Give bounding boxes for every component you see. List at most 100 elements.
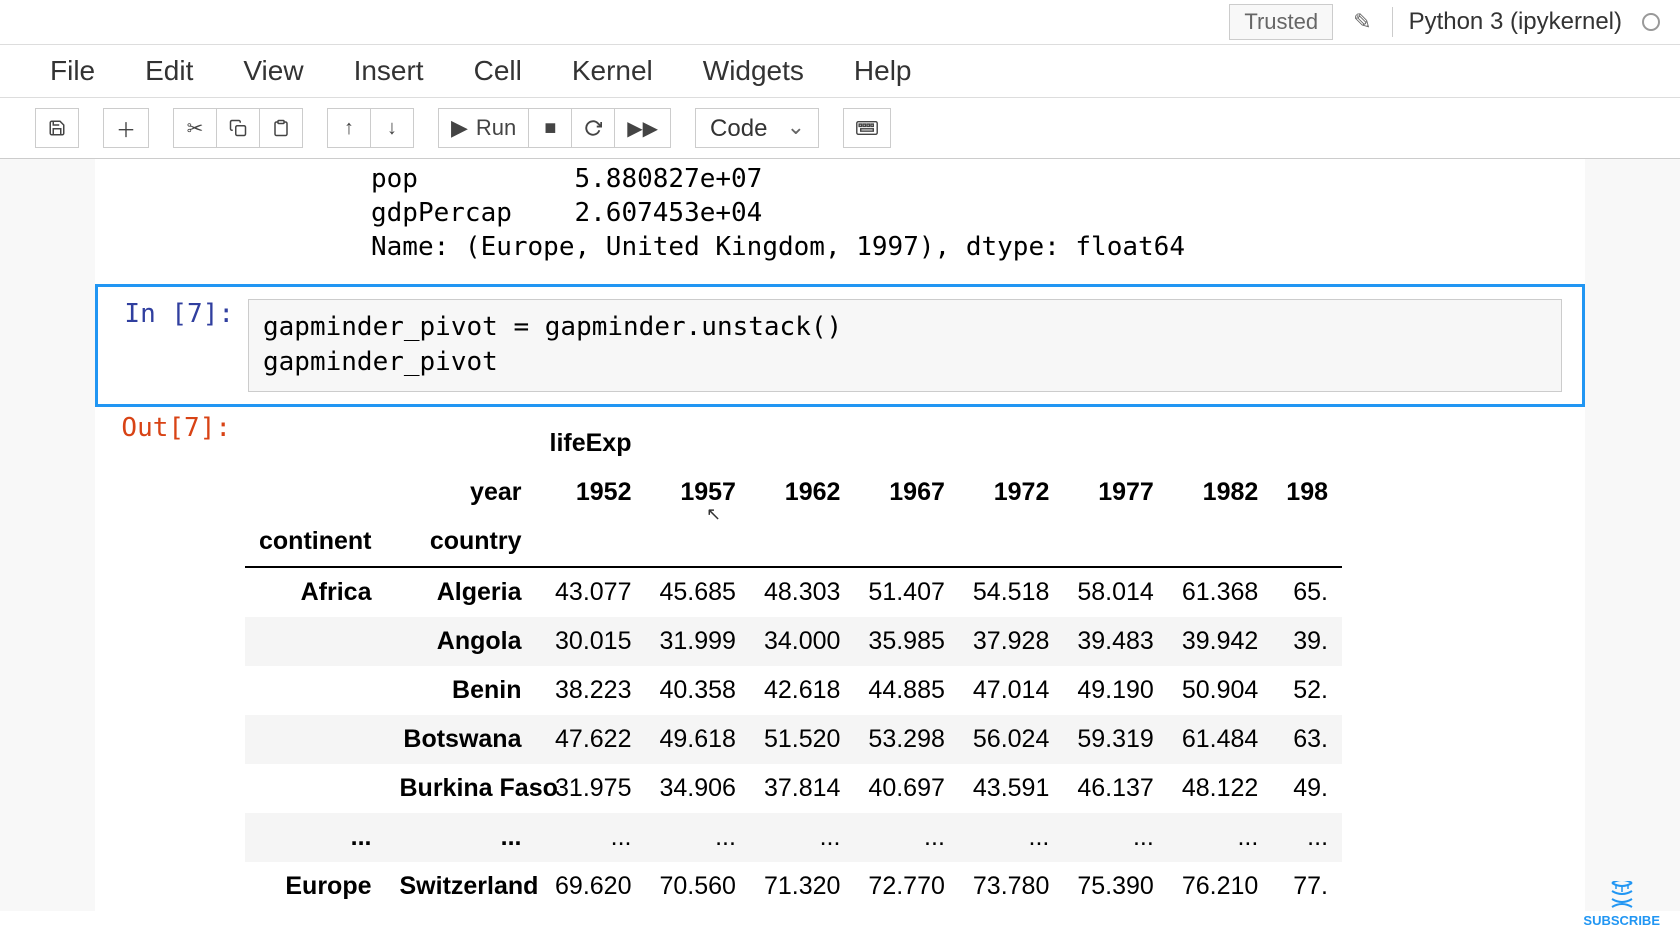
cell-value: 72.770: [854, 862, 958, 911]
cell-value: ...: [750, 813, 854, 862]
move-down-icon[interactable]: ↓: [370, 108, 414, 148]
cell-value: 46.137: [1063, 764, 1167, 813]
out-prompt: Out[7]:: [115, 413, 245, 911]
cell-value: 48.303: [750, 567, 854, 617]
in-prompt: In [7]:: [118, 299, 248, 391]
pencil-icon[interactable]: ✎: [1343, 5, 1381, 39]
cell-value: 38.223: [536, 666, 646, 715]
cut-icon[interactable]: ✂: [173, 108, 217, 148]
cell-value: 40.358: [645, 666, 749, 715]
dataframe-table: lifeExp year 1952 1957 1962 1967 1972 19…: [245, 419, 1342, 911]
row-continent: ...: [245, 813, 386, 862]
cell-value: 39.483: [1063, 617, 1167, 666]
table-row: Burkina Faso31.97534.90637.81440.69743.5…: [245, 764, 1342, 813]
menu-bar: File Edit View Insert Cell Kernel Widget…: [0, 45, 1680, 98]
cell-value: 69.620: [536, 862, 646, 911]
paste-icon[interactable]: [259, 108, 303, 148]
play-icon: ▶: [451, 115, 468, 141]
add-cell-icon[interactable]: ＋: [103, 108, 149, 148]
cell-value: 45.685: [645, 567, 749, 617]
row-continent: [245, 715, 386, 764]
cell-value: 34.000: [750, 617, 854, 666]
cell-value: 77.: [1272, 862, 1342, 911]
cell-value: 47.622: [536, 715, 646, 764]
notebook-container: pop 5.880827e+07 gdpPercap 2.607453e+04 …: [0, 159, 1680, 911]
table-row: Benin38.22340.35842.61844.88547.01449.19…: [245, 666, 1342, 715]
row-country: Botswana: [386, 715, 536, 764]
cell-value: 48.122: [1168, 764, 1272, 813]
menu-file[interactable]: File: [50, 55, 95, 87]
col-year-label: year: [386, 468, 536, 517]
col-year-3: 1967: [854, 468, 958, 517]
interrupt-icon[interactable]: ■: [528, 108, 572, 148]
cell-type-select[interactable]: Code: [695, 108, 819, 148]
col-year-1: 1957: [645, 468, 749, 517]
row-continent: [245, 764, 386, 813]
command-palette-icon[interactable]: [843, 108, 891, 148]
output-area: Out[7]: lifeExp year 1952 1957: [95, 407, 1585, 911]
col-lifeexp: lifeExp: [536, 419, 646, 468]
run-button[interactable]: ▶ Run: [438, 108, 529, 148]
cell-value: 56.024: [959, 715, 1063, 764]
previous-output: pop 5.880827e+07 gdpPercap 2.607453e+04 …: [95, 159, 1585, 284]
notebook-header: Trusted ✎ Python 3 (ipykernel): [0, 0, 1680, 45]
code-cell-7[interactable]: In [7]: gapminder_pivot = gapminder.unst…: [95, 284, 1585, 406]
row-country: ...: [386, 813, 536, 862]
cell-value: 31.999: [645, 617, 749, 666]
row-country: Algeria: [386, 567, 536, 617]
row-continent: Europe: [245, 862, 386, 911]
cell-value: 61.368: [1168, 567, 1272, 617]
cell-value: 70.560: [645, 862, 749, 911]
cell-value: ...: [1063, 813, 1167, 862]
restart-icon[interactable]: [571, 108, 615, 148]
cell-value: 40.697: [854, 764, 958, 813]
row-country: Switzerland: [386, 862, 536, 911]
cell-value: 50.904: [1168, 666, 1272, 715]
col-year-7: 198: [1272, 468, 1342, 517]
move-up-icon[interactable]: ↑: [327, 108, 371, 148]
cell-value: 30.015: [536, 617, 646, 666]
cell-value: 76.210: [1168, 862, 1272, 911]
cell-value: 39.: [1272, 617, 1342, 666]
divider: [1392, 7, 1393, 37]
table-row: EuropeSwitzerland69.62070.56071.32072.77…: [245, 862, 1342, 911]
subscribe-badge[interactable]: SUBSCRIBE: [1583, 881, 1660, 928]
trusted-badge[interactable]: Trusted: [1229, 4, 1333, 40]
cell-value: 34.906: [645, 764, 749, 813]
row-country: Burkina Faso: [386, 764, 536, 813]
menu-view[interactable]: View: [243, 55, 303, 87]
subscribe-label: SUBSCRIBE: [1583, 913, 1660, 928]
menu-help[interactable]: Help: [854, 55, 912, 87]
cell-value: 39.942: [1168, 617, 1272, 666]
kernel-status-icon: [1642, 13, 1660, 31]
menu-cell[interactable]: Cell: [474, 55, 522, 87]
cell-value: 37.928: [959, 617, 1063, 666]
cell-value: ...: [645, 813, 749, 862]
cell-value: 49.: [1272, 764, 1342, 813]
cell-value: 73.780: [959, 862, 1063, 911]
table-row: ..............................: [245, 813, 1342, 862]
code-input[interactable]: gapminder_pivot = gapminder.unstack() ga…: [248, 299, 1562, 391]
row-country: Angola: [386, 617, 536, 666]
kernel-name[interactable]: Python 3 (ipykernel): [1403, 8, 1622, 36]
col-year-2: 1962: [750, 468, 854, 517]
cell-value: 54.518: [959, 567, 1063, 617]
cell-value: 63.: [1272, 715, 1342, 764]
cell-value: ...: [959, 813, 1063, 862]
menu-widgets[interactable]: Widgets: [703, 55, 804, 87]
restart-run-all-icon[interactable]: ▶▶: [614, 108, 671, 148]
cell-value: 47.014: [959, 666, 1063, 715]
cell-value: 58.014: [1063, 567, 1167, 617]
save-icon[interactable]: [35, 108, 79, 148]
copy-icon[interactable]: [216, 108, 260, 148]
menu-edit[interactable]: Edit: [145, 55, 193, 87]
table-row: Angola30.01531.99934.00035.98537.92839.4…: [245, 617, 1342, 666]
table-row: Botswana47.62249.61851.52053.29856.02459…: [245, 715, 1342, 764]
row-continent: [245, 617, 386, 666]
cell-value: 52.: [1272, 666, 1342, 715]
cell-value: 75.390: [1063, 862, 1167, 911]
menu-kernel[interactable]: Kernel: [572, 55, 653, 87]
cell-value: 43.077: [536, 567, 646, 617]
menu-insert[interactable]: Insert: [354, 55, 424, 87]
cell-value: 37.814: [750, 764, 854, 813]
